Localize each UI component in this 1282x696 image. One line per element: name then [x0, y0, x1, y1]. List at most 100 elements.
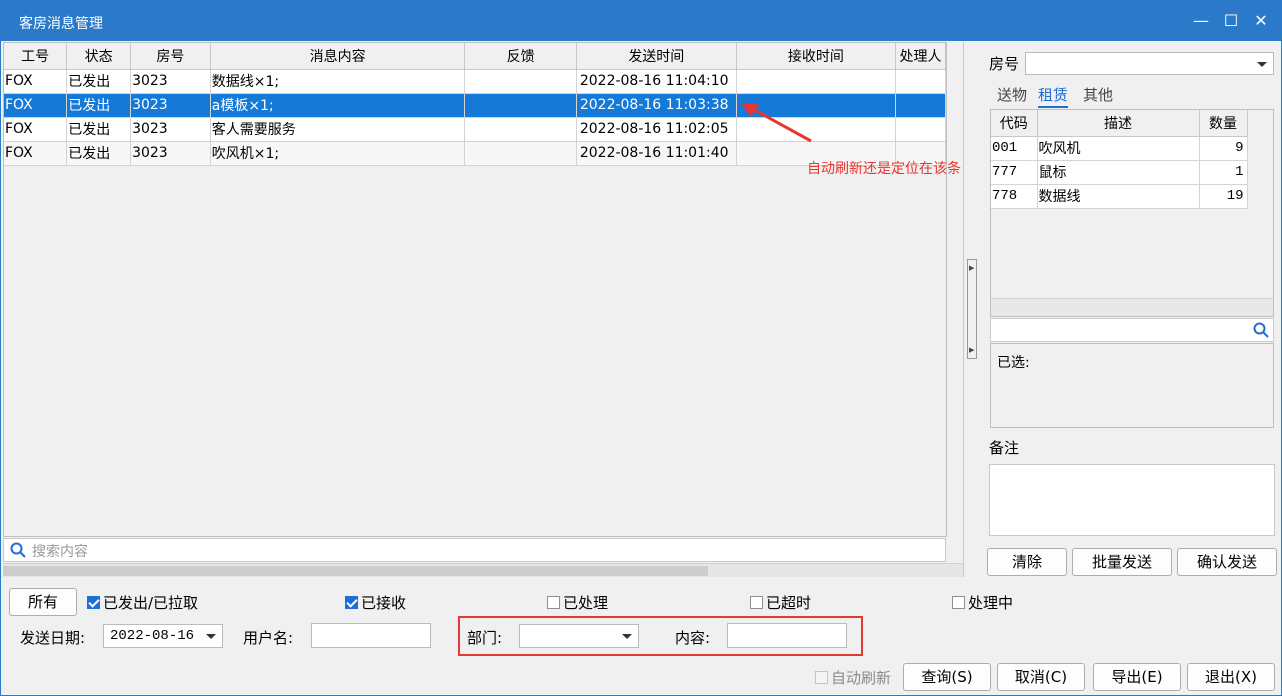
collapse-right-icon: ▶ [969, 346, 975, 354]
selected-items-box: 已选: [990, 343, 1274, 428]
item-desc: 吹风机 [1037, 136, 1200, 161]
tab-delivery[interactable]: 送物 [997, 84, 1027, 105]
checkbox-checked-icon [87, 596, 100, 609]
room-select[interactable] [1025, 52, 1274, 75]
content-label: 内容: [675, 629, 711, 647]
cell-content: 客人需要服务 [210, 117, 466, 142]
checkbox-label: 自动刷新 [831, 669, 892, 687]
cell-status: 已发出 [66, 93, 132, 118]
cell-handler [895, 117, 946, 142]
cell-content: 吹风机×1; [210, 141, 466, 166]
maximize-icon[interactable]: ☐ [1219, 9, 1243, 33]
search-placeholder: 搜索内容 [32, 544, 88, 560]
cell-room: 3023 [130, 69, 211, 94]
grid-search-input[interactable]: 搜索内容 [3, 538, 946, 562]
auto-refresh-checkbox[interactable]: 自动刷新 [815, 667, 891, 688]
column-header-qty[interactable]: 数量 [1199, 110, 1248, 137]
send-date-value: 2022-08-16 [110, 628, 195, 644]
cell-send-time: 2022-08-16 11:04:10 [576, 69, 737, 94]
minimize-icon[interactable]: — [1189, 9, 1213, 33]
column-header-recv-time[interactable]: 接收时间 [736, 43, 897, 70]
cell-feedback [464, 69, 577, 94]
chevron-down-icon [1257, 61, 1267, 67]
panel-divider [963, 42, 964, 577]
tab-other[interactable]: 其他 [1083, 84, 1113, 105]
column-header-send-time[interactable]: 发送时间 [576, 43, 737, 70]
item-search-input[interactable] [990, 318, 1274, 342]
column-header-status[interactable]: 状态 [66, 43, 132, 70]
checkbox-label: 已超时 [766, 594, 812, 612]
cell-emp: FOX [4, 117, 68, 142]
cell-status: 已发出 [66, 69, 132, 94]
checkbox-sent-pulled[interactable]: 已发出/已拉取 [87, 592, 198, 613]
search-icon[interactable] [1253, 322, 1269, 338]
checkbox-unchecked-icon [815, 671, 828, 684]
checkbox-label: 已处理 [563, 594, 609, 612]
batch-send-button[interactable]: 批量发送 [1072, 548, 1172, 576]
annotation-arrow-icon [741, 103, 812, 143]
grid-horizontal-scrollbar[interactable] [3, 563, 963, 577]
cell-emp: FOX [4, 93, 68, 118]
item-grid-scrollbar[interactable] [991, 298, 1273, 316]
checkbox-checked-icon [345, 596, 358, 609]
item-desc: 鼠标 [1037, 160, 1200, 185]
cell-status: 已发出 [66, 117, 132, 142]
all-button[interactable]: 所有 [9, 588, 77, 616]
item-qty: 9 [1199, 136, 1248, 161]
query-button[interactable]: 查询(S) [903, 663, 991, 691]
checkbox-unchecked-icon [750, 596, 763, 609]
cell-send-time: 2022-08-16 11:01:40 [576, 141, 737, 166]
item-tabs: 送物 租赁 其他 [990, 82, 1274, 108]
item-row[interactable]: 001 吹风机 9 [991, 136, 1248, 161]
splitter-handle[interactable]: ▶ ▶ [967, 259, 977, 359]
cell-content: 数据线×1; [210, 69, 466, 94]
item-code: 777 [991, 160, 1038, 185]
checkbox-label: 已发出/已拉取 [103, 594, 199, 612]
send-date-picker[interactable]: 2022-08-16 [103, 624, 223, 648]
column-header-code[interactable]: 代码 [991, 110, 1038, 137]
column-header-feedback[interactable]: 反馈 [464, 43, 577, 70]
cell-emp: FOX [4, 69, 68, 94]
title-bar: 客房消息管理 — ☐ ✕ [1, 1, 1281, 41]
clear-button[interactable]: 清除 [987, 548, 1067, 576]
column-header-room[interactable]: 房号 [130, 43, 211, 70]
cell-emp: FOX [4, 141, 68, 166]
table-row[interactable]: FOX 已发出 3023 数据线×1; 2022-08-16 11:04:10 [4, 69, 946, 94]
cell-room: 3023 [130, 141, 211, 166]
confirm-send-button[interactable]: 确认发送 [1177, 548, 1277, 576]
scrollbar-thumb[interactable] [3, 566, 708, 576]
checkbox-processing[interactable]: 处理中 [952, 592, 1013, 613]
window-title: 客房消息管理 [19, 16, 103, 32]
search-icon [10, 542, 26, 558]
column-header-desc[interactable]: 描述 [1037, 110, 1200, 137]
exit-button[interactable]: 退出(X) [1187, 663, 1275, 691]
export-button[interactable]: 导出(E) [1093, 663, 1181, 691]
content-input[interactable] [727, 623, 847, 648]
selected-label: 已选: [997, 355, 1030, 371]
item-code: 778 [991, 184, 1038, 209]
checkbox-unchecked-icon [547, 596, 560, 609]
cell-recv-time [736, 69, 897, 94]
column-header-handler[interactable]: 处理人 [895, 43, 946, 70]
checkbox-received[interactable]: 已接收 [345, 592, 406, 613]
collapse-right-icon: ▶ [969, 264, 975, 272]
column-header-content[interactable]: 消息内容 [210, 43, 466, 70]
remark-textarea[interactable] [989, 464, 1275, 536]
cell-handler [895, 69, 946, 94]
item-grid: 代码 描述 数量 001 吹风机 9 777 鼠标 1 778 数据线 19 [990, 109, 1274, 317]
cancel-button[interactable]: 取消(C) [997, 663, 1085, 691]
department-label: 部门: [467, 629, 503, 647]
item-row[interactable]: 778 数据线 19 [991, 184, 1248, 209]
annotation-text: 自动刷新还是定位在该条 [807, 161, 961, 177]
item-row[interactable]: 777 鼠标 1 [991, 160, 1248, 185]
cell-send-time: 2022-08-16 11:02:05 [576, 117, 737, 142]
close-icon[interactable]: ✕ [1249, 9, 1273, 33]
checkbox-processed[interactable]: 已处理 [547, 592, 608, 613]
checkbox-timeout[interactable]: 已超时 [750, 592, 811, 613]
username-input[interactable] [311, 623, 431, 648]
cell-content: a模板×1; [210, 93, 466, 118]
column-header-emp[interactable]: 工号 [4, 43, 68, 70]
tab-rental[interactable]: 租赁 [1038, 84, 1069, 108]
department-select[interactable] [519, 624, 639, 648]
checkbox-unchecked-icon [952, 596, 965, 609]
